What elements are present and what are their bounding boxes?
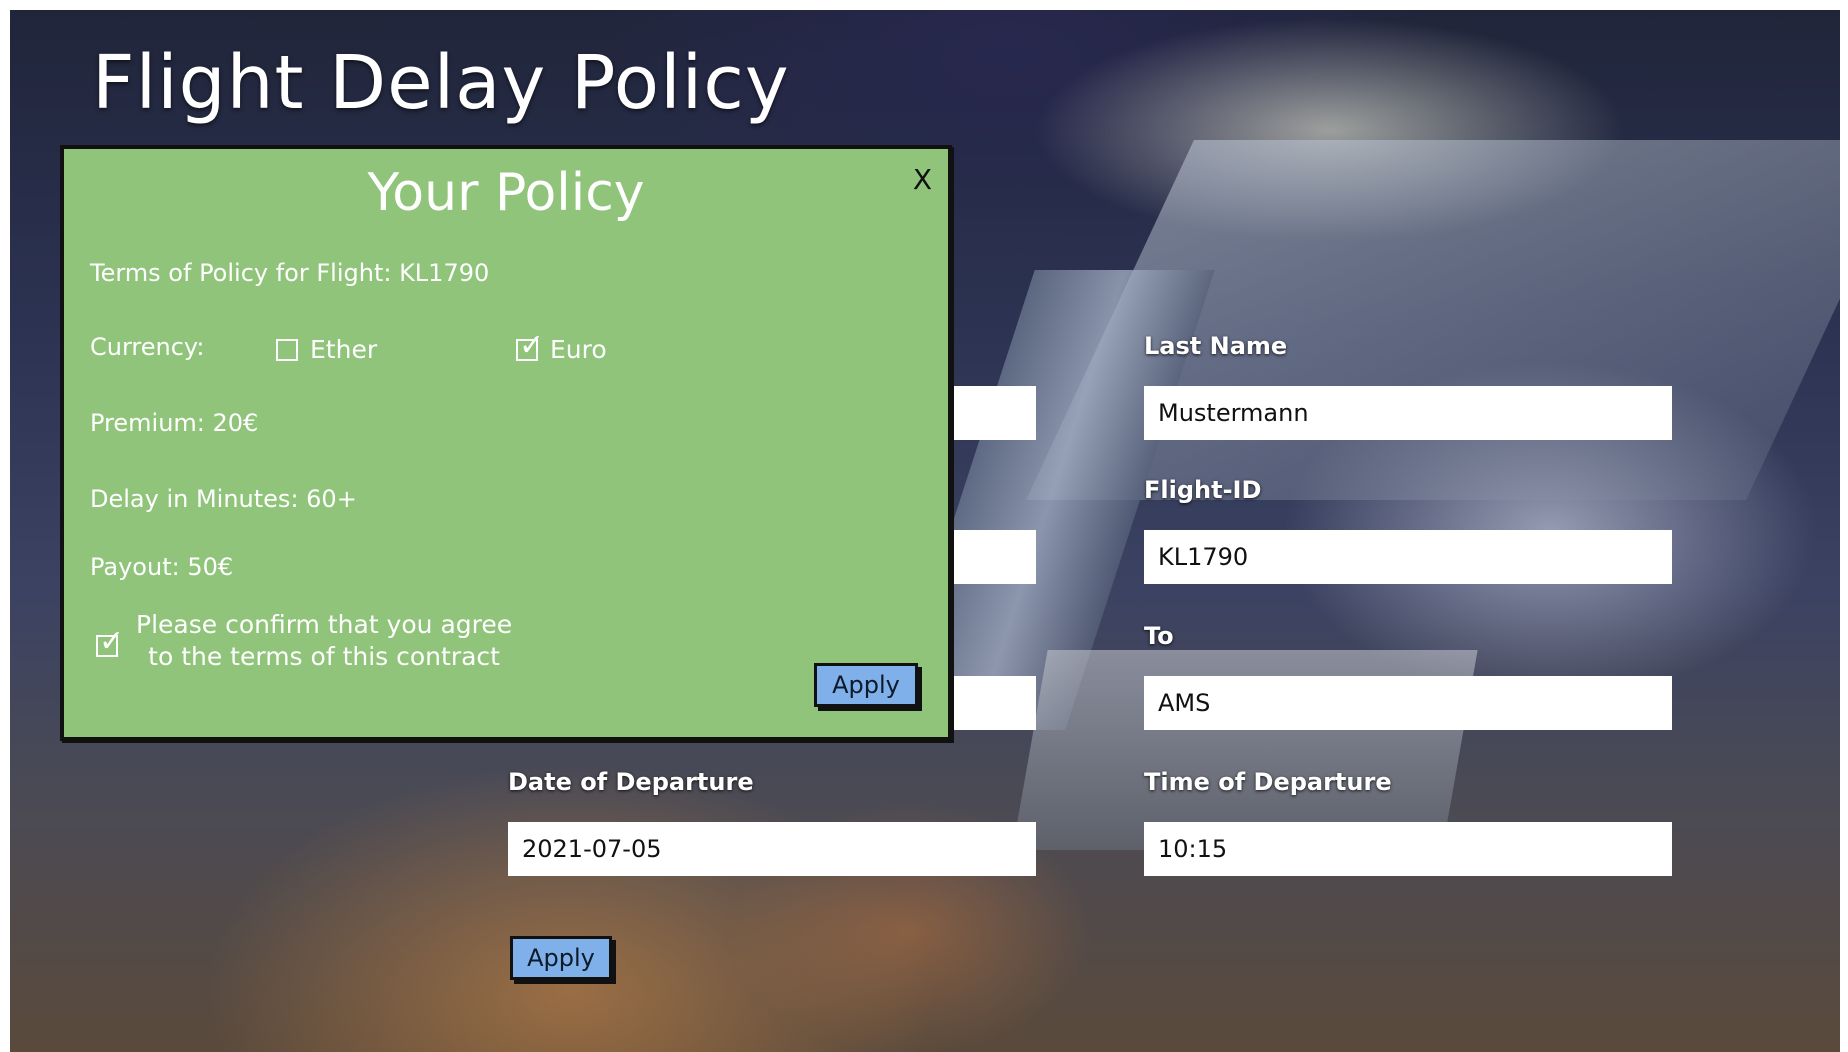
form-apply-button[interactable]: Apply — [510, 936, 612, 980]
time-of-departure-field[interactable] — [1144, 822, 1672, 876]
flight-id-label: Flight-ID — [1144, 476, 1262, 504]
checkbox-box: ✓ — [516, 330, 544, 361]
agree-checkbox[interactable]: ✓ — [96, 627, 124, 657]
premium-text: Premium: 20€ — [90, 409, 259, 437]
currency-label: Currency: — [90, 333, 205, 361]
modal-apply-button[interactable]: Apply — [814, 663, 918, 707]
modal-title: Your Policy — [367, 163, 645, 223]
agree-text: Please confirm that you agree to the ter… — [136, 609, 512, 673]
flight-id-field[interactable] — [1144, 530, 1672, 584]
currency-ether-label: Ether — [310, 335, 378, 364]
currency-ether-checkbox[interactable]: Ether — [276, 335, 377, 364]
agree-line-2: to the terms of this contract — [148, 642, 500, 671]
time-of-departure-label: Time of Departure — [1144, 768, 1392, 796]
checkbox-box: ✓ — [96, 627, 124, 657]
page-title: Flight Delay Policy — [92, 40, 790, 126]
policy-modal: Your Policy X Terms of Policy for Flight… — [60, 145, 952, 741]
last-name-label: Last Name — [1144, 332, 1288, 360]
payout-text: Payout: 50€ — [90, 553, 234, 581]
check-icon: ✓ — [99, 624, 125, 659]
check-icon: ✓ — [519, 327, 545, 363]
currency-euro-checkbox[interactable]: ✓ Euro — [516, 330, 607, 364]
delay-text: Delay in Minutes: 60+ — [90, 485, 357, 513]
date-of-departure-field[interactable] — [508, 822, 1036, 876]
to-label: To — [1144, 622, 1174, 650]
to-field[interactable] — [1144, 676, 1672, 730]
checkbox-box — [276, 338, 298, 361]
currency-euro-label: Euro — [550, 335, 607, 364]
date-of-departure-label: Date of Departure — [508, 768, 754, 796]
close-icon[interactable]: X — [913, 163, 932, 196]
agree-line-1: Please confirm that you agree — [136, 610, 513, 639]
last-name-field[interactable] — [1144, 386, 1672, 440]
terms-text: Terms of Policy for Flight: KL1790 — [90, 259, 490, 287]
